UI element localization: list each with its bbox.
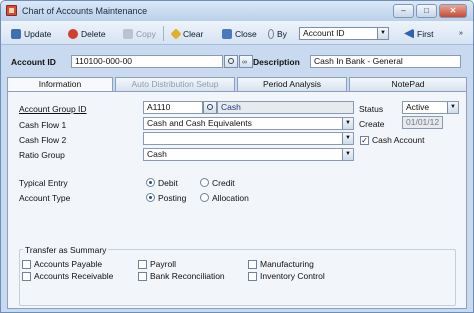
delete-button[interactable]: Delete bbox=[68, 27, 106, 40]
typical-entry-credit-label: Credit bbox=[212, 178, 235, 188]
accounts-payable-checkbox[interactable] bbox=[22, 260, 31, 269]
title-bar: Chart of Accounts Maintenance – □ ✕ bbox=[1, 1, 473, 21]
account-group-label: Account Group ID bbox=[19, 104, 87, 114]
overflow-icon: » bbox=[459, 30, 463, 37]
close-button[interactable]: Close bbox=[222, 27, 257, 40]
browse-button[interactable]: ∞ bbox=[239, 55, 253, 68]
binoculars-icon: ∞ bbox=[242, 59, 247, 66]
by-label: By bbox=[277, 28, 287, 39]
account-type-label: Account Type bbox=[19, 193, 71, 203]
tab-auto-distribution-setup[interactable]: Auto Distribution Setup bbox=[115, 77, 235, 91]
tab-period-analysis[interactable]: Period Analysis bbox=[237, 77, 347, 91]
door-icon bbox=[222, 28, 232, 39]
description-label: Description bbox=[253, 57, 300, 67]
close-label: Close bbox=[235, 28, 257, 39]
copy-button[interactable]: Copy bbox=[123, 27, 156, 40]
typical-entry-credit-radio[interactable] bbox=[200, 178, 209, 187]
account-group-description: Cash bbox=[217, 101, 354, 114]
cash-flow-1-value: Cash and Cash Equivalents bbox=[147, 118, 252, 128]
status-select[interactable]: Active ▼ bbox=[402, 101, 459, 114]
tab-strip: Information Auto Distribution Setup Peri… bbox=[7, 77, 467, 91]
cash-account-label: Cash Account bbox=[372, 135, 425, 145]
manufacturing-label: Manufacturing bbox=[260, 259, 314, 269]
lookup-button[interactable] bbox=[224, 55, 238, 68]
typical-entry-debit-radio[interactable] bbox=[146, 178, 155, 187]
cash-flow-2-select[interactable]: ▼ bbox=[143, 132, 354, 145]
chevron-down-icon[interactable]: ▼ bbox=[342, 149, 353, 160]
eraser-icon bbox=[170, 27, 182, 40]
clear-label: Clear bbox=[183, 28, 204, 39]
inventory-control-checkbox[interactable] bbox=[248, 272, 257, 281]
chevron-down-icon[interactable]: ▼ bbox=[377, 28, 388, 39]
typical-entry-label: Typical Entry bbox=[19, 178, 68, 188]
ratio-group-select[interactable]: Cash ▼ bbox=[143, 148, 354, 161]
tab-information[interactable]: Information bbox=[7, 77, 113, 91]
magnifier-icon bbox=[207, 104, 213, 110]
sort-by-select[interactable]: Account ID ▼ bbox=[299, 27, 389, 40]
payroll-label: Payroll bbox=[150, 259, 176, 269]
paperclip-icon bbox=[268, 28, 274, 39]
accounts-receivable-label: Accounts Receivable bbox=[34, 271, 114, 281]
clear-button[interactable]: Clear bbox=[170, 27, 204, 40]
chevron-down-icon[interactable]: ▼ bbox=[342, 133, 353, 144]
ratio-group-value: Cash bbox=[147, 149, 167, 159]
accounts-payable-label: Accounts Payable bbox=[34, 259, 103, 269]
create-date-field: 01/01/12 bbox=[402, 116, 443, 129]
account-type-allocation-label: Allocation bbox=[212, 193, 249, 203]
bank-reconciliation-checkbox[interactable] bbox=[138, 272, 147, 281]
manufacturing-checkbox[interactable] bbox=[248, 260, 257, 269]
update-label: Update bbox=[24, 28, 52, 39]
first-label: First bbox=[417, 28, 434, 39]
typical-entry-debit-label: Debit bbox=[158, 178, 178, 188]
payroll-checkbox[interactable] bbox=[138, 260, 147, 269]
cash-flow-1-select[interactable]: Cash and Cash Equivalents ▼ bbox=[143, 117, 354, 130]
account-id-label: Account ID bbox=[11, 57, 56, 67]
tab-notepad[interactable]: NotePad bbox=[349, 77, 467, 91]
first-record-icon bbox=[404, 28, 414, 39]
window: Chart of Accounts Maintenance – □ ✕ Upda… bbox=[0, 0, 474, 313]
accounts-receivable-checkbox[interactable] bbox=[22, 272, 31, 281]
bank-reconciliation-label: Bank Reconciliation bbox=[150, 271, 225, 281]
save-icon bbox=[11, 28, 21, 39]
chevron-down-icon[interactable]: ▼ bbox=[447, 102, 458, 113]
copy-label: Copy bbox=[136, 28, 156, 39]
toolbar: Update Delete Copy Clear Close By Accoun… bbox=[1, 21, 473, 45]
maximize-button[interactable]: □ bbox=[416, 4, 437, 18]
account-type-posting-label: Posting bbox=[158, 193, 187, 203]
sort-by-value: Account ID bbox=[303, 28, 345, 38]
ratio-group-label: Ratio Group bbox=[19, 150, 65, 160]
status-value: Active bbox=[406, 102, 430, 112]
delete-label: Delete bbox=[81, 28, 106, 39]
sort-by-label-group: By bbox=[268, 27, 287, 40]
description-field[interactable]: Cash In Bank - General bbox=[310, 55, 461, 68]
account-group-lookup-button[interactable] bbox=[203, 101, 217, 114]
window-title: Chart of Accounts Maintenance bbox=[22, 6, 148, 16]
app-icon bbox=[6, 5, 17, 16]
cash-flow-1-label: Cash Flow 1 bbox=[19, 120, 67, 130]
minimize-button[interactable]: – bbox=[393, 4, 414, 18]
copy-icon bbox=[123, 28, 133, 39]
first-button[interactable]: First bbox=[404, 27, 434, 40]
toolbar-overflow-button[interactable]: » bbox=[459, 27, 463, 40]
update-button[interactable]: Update bbox=[11, 27, 51, 40]
account-group-field[interactable]: A1110 bbox=[143, 101, 203, 114]
toolbar-divider bbox=[163, 26, 164, 41]
account-id-field[interactable]: 110100-000-00 bbox=[71, 55, 223, 68]
status-label: Status bbox=[359, 104, 384, 114]
close-window-button[interactable]: ✕ bbox=[439, 4, 467, 18]
account-type-allocation-radio[interactable] bbox=[200, 193, 209, 202]
information-panel: Account Group ID A1110 Cash Cash Flow 1 … bbox=[7, 91, 467, 309]
transfer-summary-title: Transfer as Summary bbox=[23, 245, 109, 255]
account-type-posting-radio[interactable] bbox=[146, 193, 155, 202]
create-label: Create bbox=[359, 119, 385, 129]
magnifier-icon bbox=[228, 58, 234, 64]
cash-flow-2-label: Cash Flow 2 bbox=[19, 135, 67, 145]
cash-account-checkbox[interactable]: ✓ bbox=[360, 136, 369, 145]
delete-icon bbox=[68, 28, 78, 39]
inventory-control-label: Inventory Control bbox=[260, 271, 325, 281]
chevron-down-icon[interactable]: ▼ bbox=[342, 118, 353, 129]
